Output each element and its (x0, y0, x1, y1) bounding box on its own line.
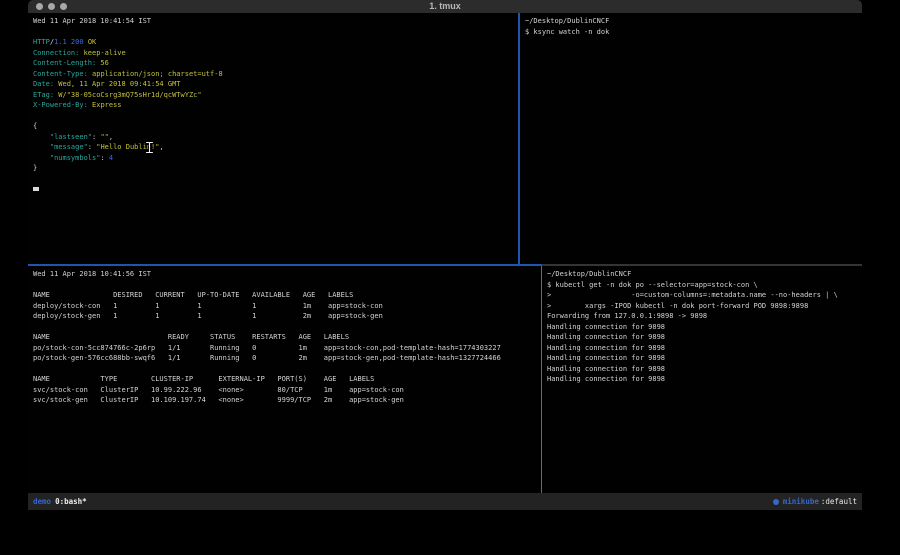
terminal-line: ~/Desktop/DublinCNCF (547, 269, 862, 280)
terminal-line: deploy/stock-con 1 1 1 1 1m app=stock-co… (33, 301, 541, 312)
terminal-line: po/stock-con-5cc874766c-2p6rp 1/1 Runnin… (33, 343, 541, 354)
pane-top-left-http-response[interactable]: Wed 11 Apr 2018 10:41:54 IST HTTP/1.1 20… (28, 13, 518, 264)
pane-bottom-right-port-forward[interactable]: ~/Desktop/DublinCNCF$ kubectl get -n dok… (542, 266, 862, 493)
terminal-line: NAME DESIRED CURRENT UP-TO-DATE AVAILABL… (33, 290, 541, 301)
window-titlebar[interactable]: 1. tmux (28, 0, 862, 13)
terminal-line (33, 364, 541, 375)
terminal-line: > xargs -IPOD kubectl -n dok port-forwar… (547, 301, 862, 312)
terminal-line: Content-Length: 56 (33, 58, 518, 69)
terminal-line: Handling connection for 9898 (547, 364, 862, 375)
tmux-status-bar: demo 0:bash* minikube :default (28, 493, 862, 510)
terminal-line: Date: Wed, 11 Apr 2018 09:41:54 GMT (33, 79, 518, 90)
terminal-line (33, 174, 518, 185)
mouse-ibeam-cursor-icon (145, 141, 154, 154)
tmux-window-tab[interactable]: 0:bash* (55, 497, 87, 506)
kube-helm-icon (773, 499, 779, 505)
screen: { "window": { "title": "1. tmux" }, "the… (0, 0, 900, 555)
pane-bottom-left-kubectl-get[interactable]: Wed 11 Apr 2018 10:41:56 IST NAME DESIRE… (28, 266, 541, 493)
kube-namespace-label: :default (821, 497, 857, 506)
terminal-line (33, 322, 541, 333)
terminal-window: 1. tmux Wed 11 Apr 2018 10:41:54 IST HTT… (28, 0, 862, 510)
tmux-status-right: minikube :default (773, 497, 857, 506)
terminal-line: svc/stock-gen ClusterIP 10.109.197.74 <n… (33, 395, 541, 406)
terminal-line: "lastseen": "", (33, 132, 518, 143)
terminal-line: } (33, 163, 518, 174)
terminal-line: Handling connection for 9898 (547, 343, 862, 354)
terminal-line (33, 27, 518, 38)
terminal-line: Connection: keep-alive (33, 48, 518, 59)
terminal-line: po/stock-gen-576cc688bb-swqf6 1/1 Runnin… (33, 353, 541, 364)
terminal-line: ETag: W/"38-05coCsrg3mQ75sHr1d/qcWTwYZc" (33, 90, 518, 101)
terminal-line: "numsymbols": 4 (33, 153, 518, 164)
close-button[interactable] (36, 3, 43, 10)
window-title: 1. tmux (429, 0, 461, 13)
terminal-line: Handling connection for 9898 (547, 322, 862, 333)
terminal-line: { (33, 121, 518, 132)
terminal-line: > -o=custom-columns=:metadata.name --no-… (547, 290, 862, 301)
terminal-line: NAME TYPE CLUSTER-IP EXTERNAL-IP PORT(S)… (33, 374, 541, 385)
terminal-line: Handling connection for 9898 (547, 332, 862, 343)
desktop-background: 1. tmux Wed 11 Apr 2018 10:41:54 IST HTT… (0, 0, 900, 555)
terminal-line: $ ksync watch -n dok (525, 27, 862, 38)
terminal-line: HTTP/1.1 200 OK (33, 37, 518, 48)
terminal-line (33, 184, 518, 195)
terminal-line: NAME READY STATUS RESTARTS AGE LABELS (33, 332, 541, 343)
pane-top-right-ksync[interactable]: ~/Desktop/DublinCNCF$ ksync watch -n dok (520, 13, 862, 264)
kube-context-label: minikube (783, 497, 819, 506)
terminal-line: Handling connection for 9898 (547, 353, 862, 364)
terminal-line: ~/Desktop/DublinCNCF (525, 16, 862, 27)
terminal-line: "message": "Hello Dublin!", (33, 142, 518, 153)
terminal-line: Wed 11 Apr 2018 10:41:56 IST (33, 269, 541, 280)
tmux-status-left: demo 0:bash* (33, 497, 87, 506)
tmux-panes-area: Wed 11 Apr 2018 10:41:54 IST HTTP/1.1 20… (28, 13, 862, 493)
terminal-line: deploy/stock-gen 1 1 1 1 2m app=stock-ge… (33, 311, 541, 322)
terminal-line: X-Powered-By: Express (33, 100, 518, 111)
terminal-line: Handling connection for 9898 (547, 374, 862, 385)
terminal-line: Content-Type: application/json; charset=… (33, 69, 518, 80)
terminal-line: $ kubectl get -n dok po --selector=app=s… (547, 280, 862, 291)
tmux-session-name: demo (33, 497, 51, 506)
terminal-line: Forwarding from 127.0.0.1:9898 -> 9898 (547, 311, 862, 322)
traffic-lights (36, 3, 67, 10)
terminal-line (33, 111, 518, 122)
terminal-line: Wed 11 Apr 2018 10:41:54 IST (33, 16, 518, 27)
maximize-button[interactable] (60, 3, 67, 10)
terminal-line: svc/stock-con ClusterIP 10.99.222.96 <no… (33, 385, 541, 396)
minimize-button[interactable] (48, 3, 55, 10)
terminal-line (33, 280, 541, 291)
